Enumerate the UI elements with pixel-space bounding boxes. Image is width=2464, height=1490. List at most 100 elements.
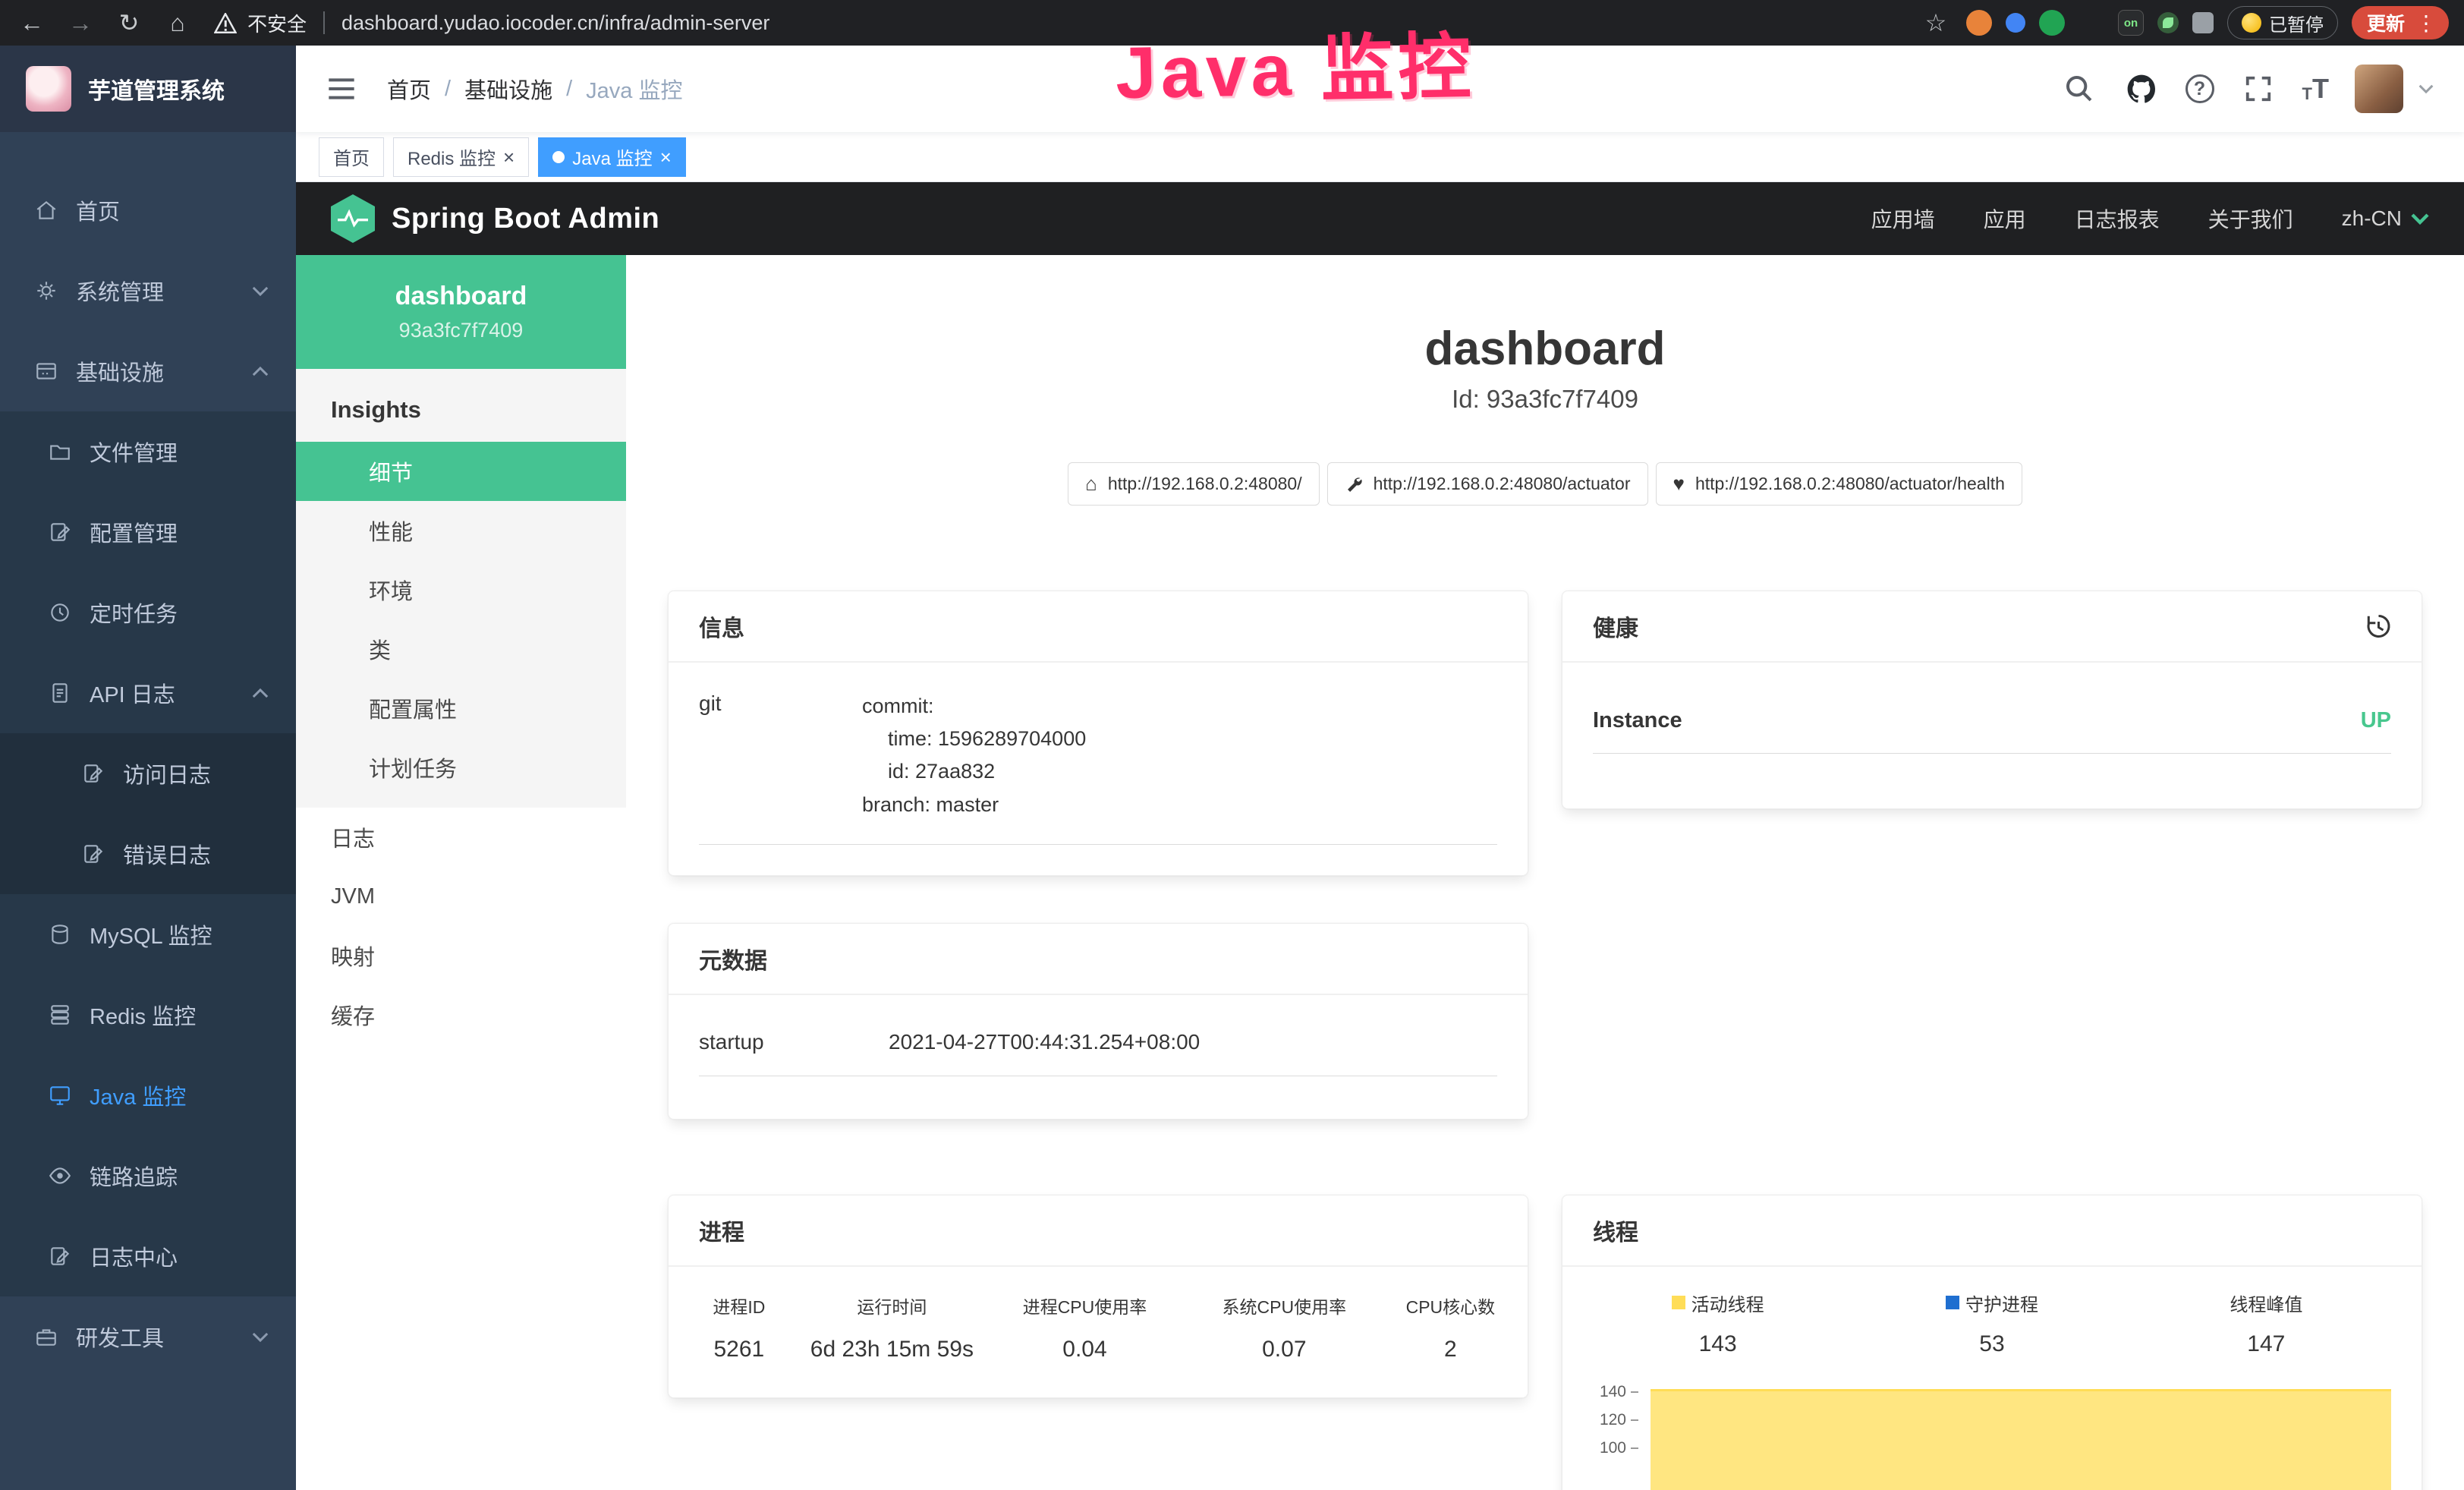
sidebar-item-error-log[interactable]: 错误日志 — [0, 814, 296, 894]
menu-item-scheduled-tasks[interactable]: 计划任务 — [296, 738, 626, 797]
app-sidebar: 芋道管理系统 首页 系统管理 基础设施 文件管理 配置管理 定时任务 — [0, 46, 296, 1490]
actuator-url-link[interactable]: http://192.168.0.2:48080/actuator — [1327, 462, 1648, 506]
sidebar-collapse-icon[interactable] — [326, 76, 357, 102]
breadcrumb-separator: / — [566, 77, 572, 102]
sidebar-item-api-log[interactable]: API 日志 — [0, 653, 296, 733]
forward-icon[interactable]: → — [64, 6, 97, 39]
home-icon: ⌂ — [1085, 472, 1097, 496]
instance-header[interactable]: dashboard 93a3fc7f7409 — [296, 255, 626, 369]
update-button[interactable]: 更新 ⋮ — [2352, 6, 2449, 39]
sidebar-item-mysql-monitor[interactable]: MySQL 监控 — [0, 894, 296, 975]
chevron-up-icon — [252, 688, 269, 699]
locale-selector[interactable]: zh-CN — [2342, 206, 2429, 231]
help-icon[interactable]: ? — [2186, 74, 2214, 103]
extension-icon[interactable] — [1966, 10, 1992, 36]
extension-icon[interactable] — [2079, 10, 2104, 36]
app-logo[interactable]: 芋道管理系统 — [0, 46, 296, 132]
tags-view: 首页 Redis 监控 × Java 监控 × — [296, 132, 2464, 182]
user-avatar[interactable] — [2355, 65, 2403, 113]
chevron-down-icon — [252, 285, 269, 297]
address-bar[interactable]: 不安全 dashboard.yudao.iocoder.cn/infra/adm… — [214, 9, 1904, 37]
menu-item-jvm[interactable]: JVM — [296, 867, 626, 926]
sidebar-item-scheduled-jobs[interactable]: 定时任务 — [0, 572, 296, 653]
link-url: http://192.168.0.2:48080/actuator — [1374, 474, 1631, 494]
paused-badge[interactable]: 已暂停 — [2227, 6, 2338, 39]
home-icon[interactable]: ⌂ — [161, 6, 194, 39]
eye-icon — [47, 1163, 73, 1189]
card-title: 信息 — [699, 610, 744, 643]
close-icon[interactable]: × — [660, 147, 672, 167]
menu-item-logs[interactable]: 日志 — [296, 808, 626, 867]
sidebar-item-system[interactable]: 系统管理 — [0, 250, 296, 331]
fullscreen-icon[interactable] — [2240, 71, 2277, 107]
sidebar-item-config-manage[interactable]: 配置管理 — [0, 492, 296, 572]
github-icon[interactable] — [2123, 71, 2160, 107]
history-icon[interactable] — [2364, 613, 2391, 640]
font-size-icon[interactable]: TT — [2302, 75, 2329, 102]
sidebar-item-file-manage[interactable]: 文件管理 — [0, 411, 296, 492]
sidebar-item-dev-tools[interactable]: 研发工具 — [0, 1296, 296, 1377]
bookmark-star-icon[interactable]: ☆ — [1919, 6, 1953, 39]
sidebar-item-access-log[interactable]: 访问日志 — [0, 733, 296, 814]
instance-url-link[interactable]: ⌂ http://192.168.0.2:48080/ — [1068, 462, 1320, 506]
sidebar-item-log-center[interactable]: 日志中心 — [0, 1216, 296, 1296]
threads-chart: 140 120 100 — [1581, 1383, 2403, 1490]
breadcrumb-infrastructure[interactable]: 基础设施 — [464, 73, 552, 105]
extension-icon[interactable] — [2006, 13, 2025, 33]
heart-icon: ♥ — [1673, 472, 1685, 496]
tag-redis-monitor[interactable]: Redis 监控 × — [393, 137, 529, 177]
sidebar-item-home[interactable]: 首页 — [0, 170, 296, 250]
extension-on-icon[interactable]: on — [2118, 10, 2144, 36]
sidebar-item-trace[interactable]: 链路追踪 — [0, 1136, 296, 1216]
menu-item-environment[interactable]: 环境 — [296, 560, 626, 619]
edit-doc-icon — [47, 519, 73, 545]
menu-item-classes[interactable]: 类 — [296, 619, 626, 679]
extension-icon[interactable] — [2039, 10, 2065, 36]
update-button-label: 更新 — [2367, 9, 2405, 36]
process-table: 进程ID 运行时间 进程CPU使用率 系统CPU使用率 CPU核心数 5261 … — [669, 1267, 1528, 1397]
back-icon[interactable]: ← — [15, 6, 49, 39]
menu-item-caches[interactable]: 缓存 — [296, 985, 626, 1044]
sidebar-item-infrastructure[interactable]: 基础设施 — [0, 331, 296, 411]
paused-badge-label: 已暂停 — [2269, 10, 2324, 36]
locale-label: zh-CN — [2342, 206, 2402, 231]
search-icon[interactable] — [2061, 71, 2097, 107]
menu-item-details[interactable]: 细节 — [296, 442, 626, 501]
health-url-link[interactable]: ♥ http://192.168.0.2:48080/actuator/heal… — [1656, 462, 2022, 506]
extension-icon[interactable] — [2157, 12, 2179, 33]
info-value: commit: time: 1596289704000 id: 27aa832 … — [862, 690, 1086, 821]
spring-boot-admin-logo — [331, 194, 375, 243]
sidebar-item-label: API 日志 — [90, 677, 175, 709]
sidebar-item-label: 日志中心 — [90, 1240, 178, 1272]
sba-nav-journal[interactable]: 日志报表 — [2075, 203, 2160, 234]
metadata-card: 元数据 startup 2021-04-27T00:44:31.254+08:0… — [668, 923, 1528, 1120]
close-icon[interactable]: × — [503, 147, 515, 167]
page-title: dashboard — [626, 322, 2464, 376]
health-instance-label: Instance — [1593, 708, 1682, 733]
chevron-down-icon — [2418, 83, 2434, 94]
clock-icon — [47, 600, 73, 625]
menu-item-performance[interactable]: 性能 — [296, 501, 626, 560]
sidebar-item-redis-monitor[interactable]: Redis 监控 — [0, 975, 296, 1055]
sba-nav-wallboard[interactable]: 应用墙 — [1871, 203, 1935, 234]
tag-home[interactable]: 首页 — [319, 137, 384, 177]
sba-brand: Spring Boot Admin — [392, 203, 659, 235]
sba-nav-about[interactable]: 关于我们 — [2208, 203, 2293, 234]
edit-doc-icon — [47, 1243, 73, 1269]
tag-java-monitor[interactable]: Java 监控 × — [538, 137, 686, 177]
browser-menu-icon[interactable]: ⋮ — [2415, 11, 2437, 36]
menu-item-mappings[interactable]: 映射 — [296, 926, 626, 985]
instance-name: dashboard — [395, 282, 527, 311]
toolbox-icon — [33, 1324, 59, 1350]
breadcrumb-home[interactable]: 首页 — [387, 73, 431, 105]
extensions-puzzle-icon[interactable] — [2192, 12, 2214, 33]
threads-card: 线程 活动线程 143 守护进程 53 线程峰值 — [1562, 1195, 2422, 1490]
sidebar-item-label: 配置管理 — [90, 516, 178, 548]
sidebar-item-java-monitor[interactable]: Java 监控 — [0, 1055, 296, 1136]
chevron-up-icon — [252, 366, 269, 377]
active-dot — [552, 151, 565, 163]
sba-nav-applications[interactable]: 应用 — [1984, 203, 2026, 234]
menu-item-config-props[interactable]: 配置属性 — [296, 679, 626, 738]
edit-doc-icon — [80, 841, 106, 867]
reload-icon[interactable]: ↻ — [112, 6, 146, 39]
